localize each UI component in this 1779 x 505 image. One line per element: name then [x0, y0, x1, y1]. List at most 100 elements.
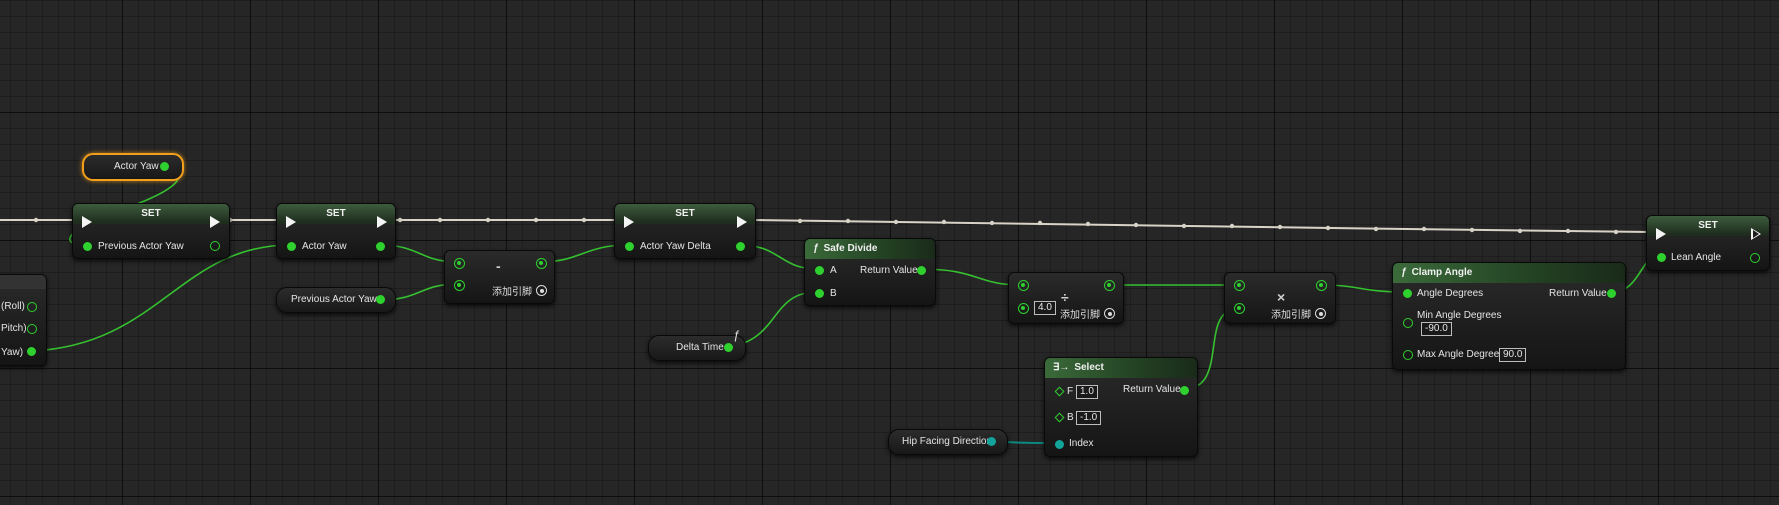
- multiply-input-a-pin[interactable]: [1234, 280, 1245, 291]
- lean-angle-output-pin[interactable]: [1750, 253, 1760, 263]
- exec-input-pin[interactable]: [286, 216, 296, 228]
- actor-yaw-output-pin[interactable]: [160, 162, 169, 171]
- previous-actor-yaw-pin-label: Previous Actor Yaw: [98, 241, 184, 252]
- safe-divide-return-pin[interactable]: [917, 266, 926, 275]
- max-angle-degrees-label: Max Angle Degrees: [1417, 349, 1505, 360]
- pitch-pin-label: Pitch): [1, 323, 27, 334]
- exec-input-pin[interactable]: [82, 216, 92, 228]
- select-b-pin[interactable]: [1054, 412, 1065, 423]
- select-f-label: F: [1067, 386, 1074, 397]
- actor-yaw-delta-input-pin[interactable]: [625, 242, 634, 251]
- add-pin-button[interactable]: 添加引脚: [1271, 306, 1326, 321]
- function-icon: ƒ: [1401, 267, 1407, 278]
- hip-facing-direction-label: Hip Facing Direction: [902, 436, 993, 447]
- lean-angle-pin-label: Lean Angle: [1671, 252, 1722, 263]
- actor-yaw-delta-output-pin[interactable]: [736, 242, 745, 251]
- set-actor-yaw-delta-node[interactable]: SET Actor Yaw Delta: [614, 203, 756, 259]
- delta-time-label: Delta Time: [676, 342, 724, 353]
- select-f-value-field[interactable]: 1.0: [1076, 385, 1098, 399]
- add-pin-icon: [1104, 308, 1115, 319]
- previous-actor-yaw-label: Previous Actor Yaw: [291, 294, 377, 305]
- node-title: SET: [615, 204, 755, 224]
- pitch-output-pin[interactable]: [27, 324, 37, 334]
- select-index-label: Index: [1069, 438, 1094, 449]
- subtract-operator: -: [496, 258, 501, 274]
- subtract-node[interactable]: - 添加引脚: [444, 250, 555, 304]
- clamp-angle-node[interactable]: ƒ Clamp Angle Angle Degrees Min Angle Deg…: [1392, 262, 1626, 370]
- hip-facing-direction-getter[interactable]: Hip Facing Direction: [888, 429, 1008, 455]
- add-pin-button[interactable]: 添加引脚: [1060, 306, 1115, 321]
- clamp-return-label: Return Value: [1549, 288, 1607, 299]
- exec-output-pin[interactable]: [210, 216, 220, 228]
- divide-output-pin[interactable]: [1104, 280, 1115, 291]
- angle-degrees-label: Angle Degrees: [1417, 288, 1484, 299]
- roll-output-pin[interactable]: [27, 302, 37, 312]
- add-pin-icon: [536, 285, 547, 296]
- subtract-input-a-pin[interactable]: [454, 258, 465, 269]
- actor-yaw-getter[interactable]: Actor Yaw: [82, 153, 184, 181]
- max-angle-degrees-value-field[interactable]: 90.0: [1499, 348, 1527, 362]
- actor-yaw-delta-pin-label: Actor Yaw Delta: [640, 241, 711, 252]
- add-pin-label: 添加引脚: [1271, 310, 1311, 321]
- select-node[interactable]: ∃→ Select F 1.0 B -1.0 Index Return Value: [1044, 357, 1198, 457]
- multiply-node[interactable]: × 添加引脚: [1224, 272, 1336, 324]
- select-return-label: Return Value: [1123, 384, 1181, 395]
- exec-output-pin[interactable]: [377, 216, 387, 228]
- exec-wire: [751, 219, 1651, 233]
- max-angle-degrees-pin[interactable]: [1403, 350, 1413, 360]
- yaw-pin-label: Yaw): [1, 347, 24, 358]
- multiply-input-b-pin[interactable]: [1234, 303, 1245, 314]
- safe-divide-a-pin[interactable]: [815, 266, 824, 275]
- node-title: Select: [1074, 362, 1104, 373]
- lean-angle-input-pin[interactable]: [1657, 253, 1666, 262]
- roll-pin-label: (Roll): [1, 301, 25, 312]
- hip-facing-direction-output-pin[interactable]: [987, 437, 996, 446]
- select-index-pin[interactable]: [1055, 440, 1064, 449]
- exec-output-pin[interactable]: [1751, 228, 1761, 240]
- node-title: Safe Divide: [823, 243, 878, 254]
- subtract-input-b-pin[interactable]: [454, 280, 465, 291]
- break-rotator-node[interactable]: (Roll) Pitch) Yaw): [0, 274, 47, 366]
- multiply-output-pin[interactable]: [1316, 280, 1327, 291]
- function-icon: ƒ: [733, 328, 740, 342]
- set-lean-angle-node[interactable]: SET Lean Angle: [1646, 215, 1770, 271]
- add-pin-icon: [1315, 308, 1326, 319]
- select-return-pin[interactable]: [1180, 386, 1189, 395]
- divide-node[interactable]: 4.0 ÷ 添加引脚: [1008, 272, 1124, 324]
- safe-divide-b-pin[interactable]: [815, 289, 824, 298]
- node-title: Clamp Angle: [1411, 267, 1473, 278]
- set-actor-yaw-node[interactable]: SET Actor Yaw: [276, 203, 396, 259]
- actor-yaw-pin-label: Actor Yaw: [302, 241, 347, 252]
- exec-input-pin[interactable]: [1656, 228, 1666, 240]
- divide-input-b-pin[interactable]: [1018, 303, 1029, 314]
- divide-value-field[interactable]: 4.0: [1034, 301, 1056, 315]
- select-b-value-field[interactable]: -1.0: [1076, 411, 1102, 425]
- min-angle-degrees-value-field[interactable]: -90.0: [1421, 322, 1452, 336]
- multiply-operator: ×: [1277, 289, 1286, 305]
- function-icon: ƒ: [813, 243, 819, 254]
- delta-time-output-pin[interactable]: [724, 343, 733, 352]
- delta-time-getter[interactable]: Delta Time ƒ: [648, 328, 746, 361]
- safe-divide-b-label: B: [830, 288, 837, 299]
- subtract-output-pin[interactable]: [536, 258, 547, 269]
- previous-actor-yaw-input-pin[interactable]: [83, 242, 92, 251]
- exec-input-pin[interactable]: [624, 216, 634, 228]
- add-pin-label: 添加引脚: [1060, 310, 1100, 321]
- actor-yaw-output-pin[interactable]: [376, 242, 385, 251]
- set-previous-actor-yaw-node[interactable]: SET Previous Actor Yaw: [72, 203, 230, 259]
- select-f-pin[interactable]: [1054, 386, 1065, 397]
- safe-divide-node[interactable]: ƒ Safe Divide A B Return Value: [804, 238, 936, 306]
- angle-degrees-pin[interactable]: [1403, 289, 1412, 298]
- yaw-output-pin[interactable]: [27, 347, 36, 356]
- divide-input-a-pin[interactable]: [1018, 280, 1029, 291]
- actor-yaw-input-pin[interactable]: [287, 242, 296, 251]
- min-angle-degrees-pin[interactable]: [1403, 318, 1413, 328]
- previous-actor-yaw-getter[interactable]: Previous Actor Yaw: [276, 287, 396, 313]
- add-pin-button[interactable]: 添加引脚: [492, 283, 547, 298]
- exec-output-pin[interactable]: [737, 216, 747, 228]
- clamp-return-pin[interactable]: [1607, 289, 1616, 298]
- previous-actor-yaw-output-pin[interactable]: [210, 241, 220, 251]
- divide-operator: ÷: [1061, 289, 1069, 305]
- previous-actor-yaw-output-pin[interactable]: [376, 295, 385, 304]
- select-icon: ∃→: [1053, 362, 1070, 373]
